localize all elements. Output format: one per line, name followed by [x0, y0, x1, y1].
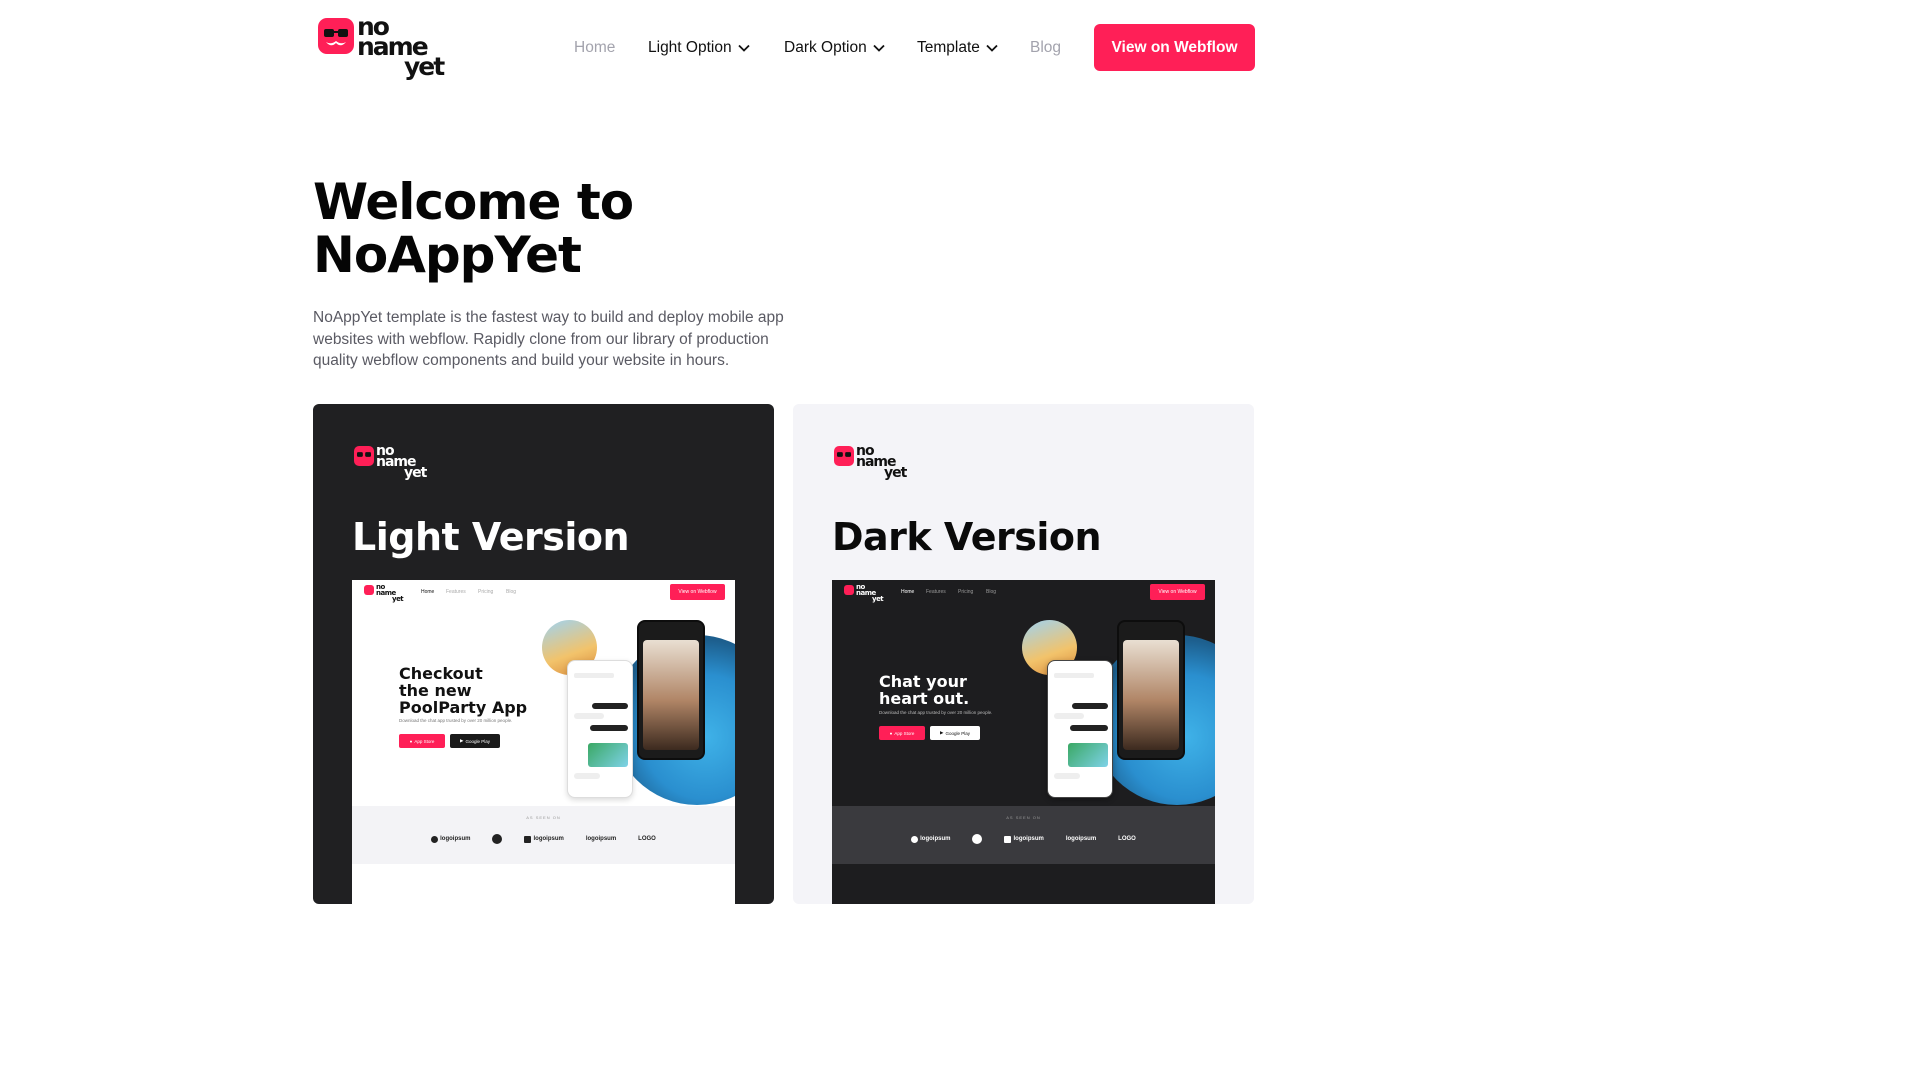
preview-partner-logo-b: logoipsum: [1004, 835, 1044, 843]
preview-phone-chat: [1047, 660, 1113, 798]
preview-phone-video: [637, 620, 705, 760]
sunglasses-icon: [324, 29, 348, 37]
nav-template-dropdown[interactable]: Template: [917, 38, 998, 58]
nav-dark-option-dropdown[interactable]: Dark Option: [784, 38, 885, 58]
brand-badge-icon: [364, 585, 374, 595]
preview-partner-logo-a: logoipsum: [911, 835, 950, 843]
preview-google-play-button: ▶ Google Play: [930, 726, 980, 740]
preview-headline-line-2: heart out.: [879, 689, 970, 708]
dark-version-card[interactable]: no name yet Dark Version no name yet Hom…: [793, 404, 1254, 904]
preview-app-store-button: ● App Store: [399, 734, 445, 748]
preview-nav-home: Home: [421, 589, 435, 595]
preview-headline-line-3: PoolParty App: [399, 698, 528, 717]
preview-nav-pricing: Pricing: [958, 589, 974, 595]
preview-app-store-button: ● App Store: [879, 726, 925, 740]
preview-as-seen-on-label: AS SEEN ON: [1006, 815, 1041, 820]
logo-text-line-3: yet: [404, 52, 445, 81]
preview-nav-blog: Blog: [986, 589, 997, 595]
hero-title-line-2: NoAppYet: [313, 226, 582, 284]
brand-badge-icon: [834, 446, 854, 466]
hero-title: Welcome to NoAppYet: [313, 176, 873, 282]
brand-badge-icon: [354, 446, 374, 466]
nav-home-link[interactable]: Home: [574, 38, 615, 58]
preview-google-play-button: ▶ Google Play: [450, 734, 500, 748]
preview-partner-logo-clover-icon: [972, 834, 983, 844]
apple-icon: ●: [409, 738, 413, 744]
preview-logo-row: logoipsum logoipsum logoipsum LOGO: [832, 834, 1215, 844]
preview-partner-logo-d: LOGO: [1118, 836, 1136, 842]
hero-description: NoAppYet template is the fastest way to …: [313, 309, 784, 369]
preview-nav-home: Home: [901, 589, 915, 595]
dark-version-preview[interactable]: no name yet Home Features Pricing Blog V…: [832, 580, 1215, 904]
preview-as-seen-on-strip: AS SEEN ON logoipsum logoipsum logoipsum…: [832, 806, 1215, 864]
light-version-card[interactable]: no name yet Light Version no name yet Ho…: [313, 404, 774, 904]
card-brand-logo: no name yet: [354, 444, 444, 484]
preview-app-store-label: App Store: [414, 738, 435, 744]
nav-light-option-label: Light Option: [648, 39, 732, 56]
preview-headline: Checkout the new PoolParty App: [399, 665, 527, 716]
nav-template-label: Template: [917, 39, 980, 56]
light-version-title: Light Version: [352, 515, 630, 559]
preview-partner-logo-a: logoipsum: [431, 835, 470, 843]
brand-badge-icon: [844, 585, 854, 595]
play-icon: ▶: [460, 738, 464, 743]
chevron-down-icon: [737, 44, 750, 52]
nav-light-option-dropdown[interactable]: Light Option: [648, 38, 750, 58]
preview-logo: no name yet: [844, 584, 890, 603]
apple-icon: ●: [889, 730, 893, 736]
brand-logo-badge-icon: [318, 18, 354, 54]
play-icon: ▶: [940, 730, 944, 735]
mustache-icon: [326, 41, 346, 46]
chevron-down-icon: [873, 44, 885, 52]
preview-partner-logo-c: logoipsum: [1065, 836, 1097, 842]
preview-phone-chat: [567, 660, 633, 798]
preview-nav-features: Features: [446, 589, 466, 595]
preview-partner-logo-d: LOGO: [638, 836, 656, 842]
dark-version-title: Dark Version: [832, 515, 1102, 559]
preview-partner-logo-clover-icon: [492, 834, 503, 844]
brand-logo[interactable]: no name yet: [316, 14, 466, 82]
preview-logo: no name yet: [364, 584, 410, 603]
mini-logo-text-3: yet: [884, 465, 907, 481]
preview-logo-text-3: yet: [392, 595, 404, 603]
preview-google-play-label: Google Play: [465, 738, 490, 744]
hero-title-line-1: Welcome to: [313, 173, 634, 231]
nav-blog-link[interactable]: Blog: [1030, 38, 1061, 58]
preview-nav-features: Features: [926, 589, 946, 595]
preview-nav-blog: Blog: [506, 589, 517, 595]
preview-logo-text-3: yet: [872, 595, 884, 603]
preview-headline: Chat your heart out.: [879, 673, 969, 707]
preview-subtext: Download the chat app trusted by over 20…: [879, 710, 993, 715]
nav-dark-option-label: Dark Option: [784, 39, 867, 56]
preview-partner-logo-b: logoipsum: [524, 835, 564, 843]
preview-partner-logo-c: logoipsum: [585, 836, 617, 842]
preview-cta: View on Webflow: [1150, 584, 1205, 600]
preview-as-seen-on-strip: AS SEEN ON logoipsum logoipsum logoipsum…: [352, 806, 735, 864]
light-version-preview[interactable]: no name yet Home Features Pricing Blog V…: [352, 580, 735, 904]
preview-as-seen-on-label: AS SEEN ON: [526, 815, 561, 820]
preview-subtext: Download the chat app trusted by over 20…: [399, 718, 513, 723]
preview-nav-pricing: Pricing: [478, 589, 494, 595]
preview-app-store-label: App Store: [894, 730, 915, 736]
mini-logo-text-3: yet: [404, 465, 427, 481]
view-on-webflow-button[interactable]: View on Webflow: [1094, 24, 1255, 71]
preview-logo-row: logoipsum logoipsum logoipsum LOGO: [352, 834, 735, 844]
card-brand-logo: no name yet: [834, 444, 924, 484]
chevron-down-icon: [986, 44, 998, 52]
preview-cta: View on Webflow: [670, 584, 725, 600]
preview-google-play-label: Google Play: [945, 730, 970, 736]
preview-phone-video: [1117, 620, 1185, 760]
